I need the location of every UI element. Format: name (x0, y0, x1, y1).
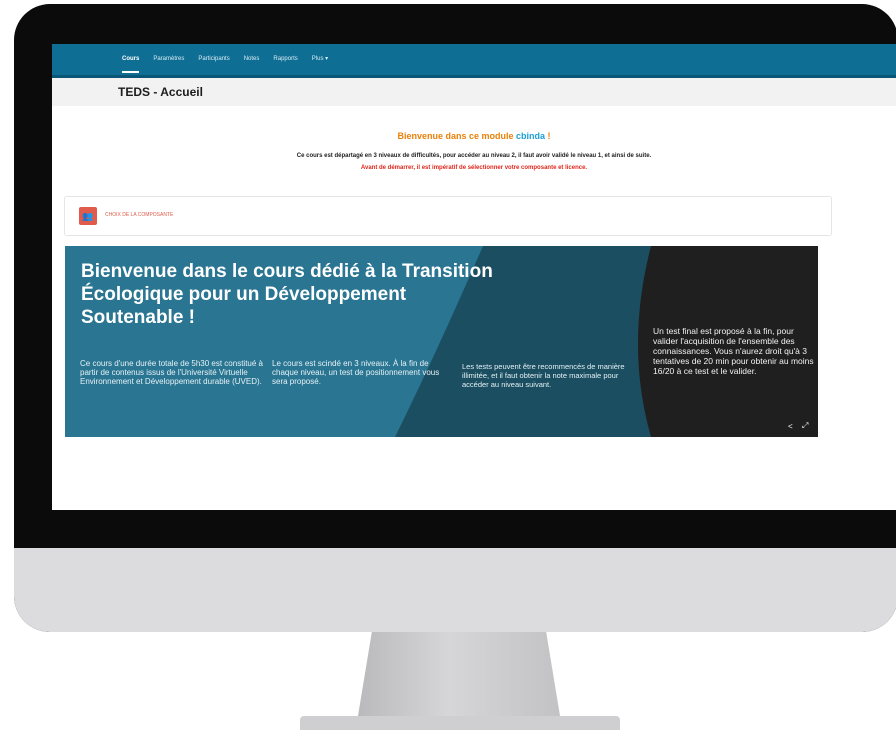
tab-plus[interactable]: Plus ▾ (312, 44, 328, 75)
welcome-brand: cbinda (516, 131, 546, 141)
welcome-prefix: Bienvenue dans ce module (397, 131, 517, 141)
banner-text-final-test: Un test final est proposé à la fin, pour… (653, 326, 814, 376)
welcome-suffix: ! (545, 131, 551, 141)
tab-notes[interactable]: Notes (244, 44, 260, 75)
course-nav-tabs: Cours Paramètres Participants Notes Rapp… (122, 44, 328, 75)
composante-choice-card[interactable]: 👥 CHOIX DE LA COMPOSANTE (64, 196, 832, 236)
banner-title: Bienvenue dans le cours dédié à la Trans… (81, 261, 493, 328)
banner-text-duration: Ce cours d'une durée totale de 5h30 est … (80, 359, 263, 386)
tab-rapports[interactable]: Rapports (273, 44, 297, 75)
course-intro-banner: Bienvenue dans le cours dédié à la Trans… (65, 246, 818, 437)
welcome-heading: Bienvenue dans ce module cbinda ! (52, 131, 896, 141)
expand-icon[interactable]: ⤢ (802, 421, 808, 431)
selection-warning: Avant de démarrer, il est impératif de s… (360, 165, 588, 171)
tab-participants[interactable]: Participants (198, 44, 229, 75)
tab-cours[interactable]: Cours (122, 44, 140, 75)
page-title: TEDS - Accueil (118, 85, 203, 99)
users-icon: 👥 (79, 207, 97, 225)
course-levels-info: Ce cours est départagé en 3 niveaux de d… (296, 153, 652, 159)
monitor-stand-neck (356, 628, 562, 728)
share-icon[interactable]: < (788, 422, 793, 431)
tab-parametres[interactable]: Paramètres (153, 44, 184, 75)
monitor-chin (14, 548, 896, 632)
course-nav-bar: Cours Paramètres Participants Notes Rapp… (52, 44, 896, 78)
monitor-screen: Cours Paramètres Participants Notes Rapp… (52, 44, 896, 510)
page-header: TEDS - Accueil (52, 78, 896, 106)
composante-choice-link[interactable]: CHOIX DE LA COMPOSANTE (105, 212, 173, 218)
banner-text-levels: Le cours est scindé en 3 niveaux. À la f… (272, 359, 440, 386)
banner-text-tests: Les tests peuvent être recommencés de ma… (462, 362, 625, 389)
